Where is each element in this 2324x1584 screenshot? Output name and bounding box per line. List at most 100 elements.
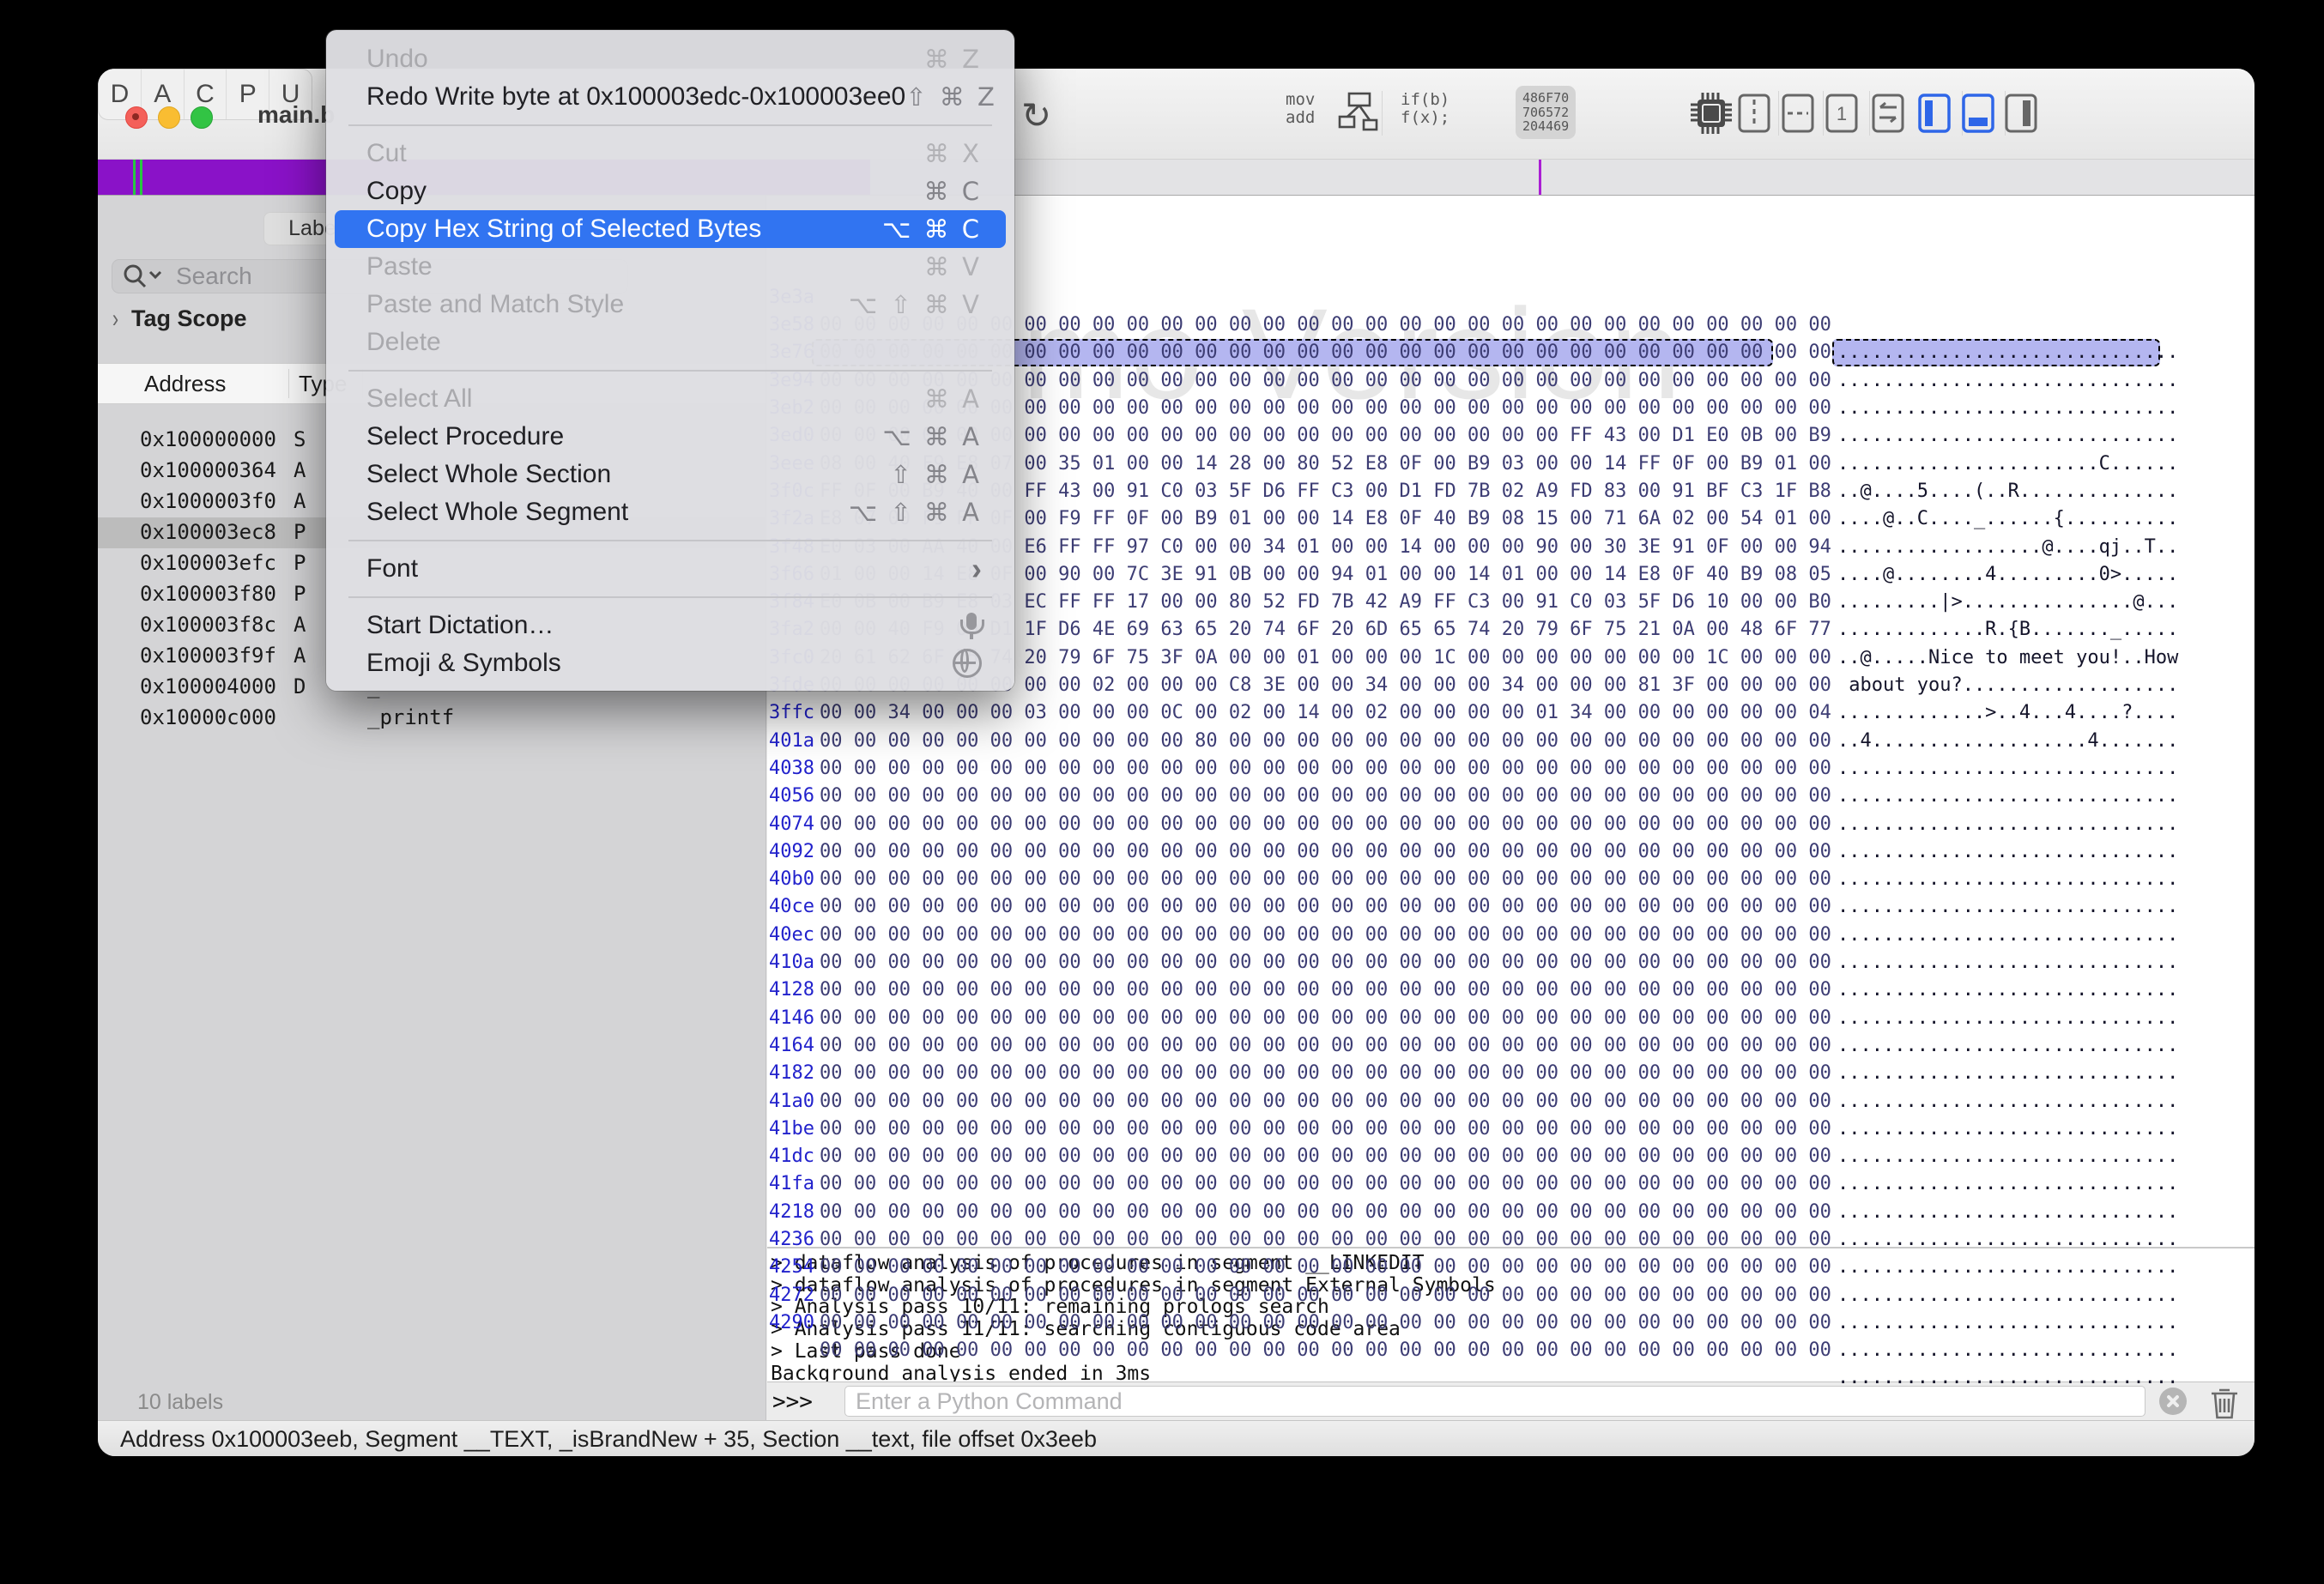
hex-row-bytes[interactable]: 00 00 00 00 00 00 00 00 00 00 00 00 00 0… <box>820 1005 1831 1032</box>
hex-row-ascii[interactable]: .............................. <box>1837 1282 2178 1309</box>
hex-row-bytes[interactable]: 00 00 00 00 00 00 00 00 00 00 00 00 00 0… <box>820 1254 1831 1281</box>
hex-row-bytes[interactable]: 00 00 00 00 00 00 00 00 00 00 00 00 00 0… <box>820 893 1831 921</box>
hex-row-ascii[interactable]: about you?................... <box>1837 672 2178 699</box>
hex-row-bytes[interactable]: 00 00 00 00 00 00 00 00 00 00 00 00 00 0… <box>820 1143 1831 1170</box>
hex-row-ascii[interactable]: .............................. <box>1837 1337 2178 1364</box>
zoom-button[interactable] <box>191 106 213 129</box>
hex-row-ascii[interactable]: .............................. <box>1837 893 2178 921</box>
menu-item[interactable]: Select Whole Section ⇧ ⌘ A <box>335 456 1006 493</box>
hex-row-ascii[interactable]: ....@..C...._......{.......... <box>1837 505 2178 533</box>
hex-row-ascii[interactable]: .............................. <box>1837 1088 2178 1115</box>
hex-row-ascii[interactable]: .............................. <box>1837 1226 2178 1254</box>
hex-row-ascii[interactable]: .............................. <box>1837 811 2178 838</box>
hex-row-ascii[interactable]: .............................. <box>1837 1309 2178 1337</box>
split-vertical-icon[interactable] <box>1737 93 1771 134</box>
hex-row-ascii[interactable]: ..@.....Nice to meet you!..How <box>1837 644 2178 672</box>
hex-row-ascii[interactable]: .............................. <box>1837 1254 2178 1281</box>
pseudocode-mode-icon[interactable]: if(b) f(x); <box>1401 91 1449 127</box>
trash-icon[interactable] <box>2207 1384 2242 1420</box>
hex-row-ascii[interactable]: .............................. <box>1837 1199 2178 1226</box>
hex-row-bytes[interactable]: 00 00 00 00 00 00 00 00 00 00 00 00 00 0… <box>820 1309 1831 1337</box>
hex-row-bytes[interactable]: 00 00 00 00 00 00 00 00 00 00 00 00 00 0… <box>820 811 1831 838</box>
single-pane-icon[interactable]: 1 <box>1825 93 1859 134</box>
hex-row-bytes[interactable]: 00 00 00 00 00 00 00 00 00 00 00 00 00 0… <box>820 1226 1831 1254</box>
hex-row-ascii[interactable]: .............................. <box>1837 1032 2178 1060</box>
hex-row-ascii[interactable]: .............................. <box>1837 367 2178 395</box>
label-row[interactable]: 0x10000c000 _printf <box>98 703 766 734</box>
menu-item[interactable]: Delete <box>335 323 1006 361</box>
hex-row-bytes[interactable]: 00 00 00 00 00 00 00 00 00 00 00 00 00 0… <box>820 1170 1831 1198</box>
right-panel-toggle-icon[interactable] <box>2004 93 2038 134</box>
hex-row-bytes[interactable]: 00 00 34 00 00 00 03 00 00 00 0C 00 02 0… <box>820 699 1831 727</box>
menu-item[interactable] <box>348 116 992 135</box>
hex-row-ascii[interactable]: .............................. <box>1837 339 2178 366</box>
hex-row-ascii[interactable]: .............>..4...4....?.... <box>1837 699 2178 727</box>
hex-row-ascii[interactable]: .............................. <box>1837 1170 2178 1198</box>
hex-row-bytes[interactable]: 00 00 00 00 00 00 00 00 00 00 00 00 00 0… <box>820 1282 1831 1309</box>
assembly-mode-icon[interactable]: mov add <box>1286 91 1315 127</box>
hex-row-ascii[interactable]: ..4...................4....... <box>1837 728 2178 755</box>
hex-row-bytes[interactable]: 00 00 00 00 00 00 00 00 00 00 00 00 00 0… <box>820 1337 1831 1364</box>
tag-scope-disclosure[interactable]: › Tag Scope <box>112 304 247 332</box>
cfg-mode-icon[interactable] <box>1337 91 1382 140</box>
menu-item[interactable]: Select Whole Segment ⌥ ⇧ ⌘ A <box>335 493 1006 531</box>
hex-row-ascii[interactable]: .............................. <box>1837 783 2178 810</box>
hex-row-bytes[interactable]: 00 00 00 00 00 00 00 00 00 00 00 00 00 0… <box>820 783 1831 810</box>
menu-item[interactable]: Redo Write byte at 0x100003edc-0x100003e… <box>335 78 1006 116</box>
menu-item[interactable]: Paste and Match Style ⌥ ⇧ ⌘ V <box>335 286 1006 323</box>
swap-panes-icon[interactable] <box>1871 93 1905 134</box>
hex-row-bytes[interactable]: 00 00 00 00 00 00 00 00 00 00 00 80 00 0… <box>820 728 1831 755</box>
menu-item[interactable]: Paste ⌘ V <box>335 248 1006 286</box>
minimize-button[interactable] <box>158 106 180 129</box>
hex-row-ascii[interactable]: .............................. <box>1837 395 2178 422</box>
split-horizontal-icon[interactable] <box>1781 93 1815 134</box>
menu-item[interactable]: Start Dictation… <box>335 607 1006 644</box>
column-header-address[interactable]: Address <box>144 371 226 397</box>
hex-row-ascii[interactable]: .............................. <box>1837 1060 2178 1087</box>
hex-row-ascii[interactable]: .............................. <box>1837 1364 2178 1392</box>
refresh-icon[interactable]: ↻ <box>1021 94 1051 136</box>
hex-row-ascii[interactable]: ..@....5....(..R.............. <box>1837 478 2178 505</box>
hex-row-ascii[interactable]: .............................. <box>1837 838 2178 866</box>
bottom-panel-toggle-icon[interactable] <box>1961 93 1995 134</box>
hex-row-ascii[interactable]: .............................. <box>1837 1143 2178 1170</box>
menu-item[interactable]: Select All ⌘ A <box>335 380 1006 418</box>
hex-row-ascii[interactable]: .............................. <box>1837 422 2178 450</box>
menu-item[interactable]: Copy ⌘ C <box>335 172 1006 210</box>
menu-item[interactable]: Copy Hex String of Selected Bytes ⌥ ⌘ C <box>335 210 1006 248</box>
hex-row-ascii[interactable]: .......................C...... <box>1837 450 2178 478</box>
column-separator[interactable] <box>288 369 289 398</box>
hex-row-bytes[interactable]: 00 00 00 00 00 00 00 00 00 00 00 00 00 0… <box>820 838 1831 866</box>
hex-row-bytes[interactable]: 00 00 00 00 00 00 00 00 00 00 00 00 00 0… <box>820 976 1831 1004</box>
menu-item[interactable]: Emoji & Symbols <box>335 644 1006 682</box>
hex-row-ascii[interactable]: .........|>...............@... <box>1837 589 2178 616</box>
hex-row-bytes[interactable]: 00 00 00 00 00 00 00 00 00 00 00 00 00 0… <box>820 1088 1831 1115</box>
hex-row-bytes[interactable]: 00 00 00 00 00 00 00 00 00 00 00 00 00 0… <box>820 1060 1831 1087</box>
hex-row-ascii[interactable]: .............................. <box>1837 1005 2178 1032</box>
hex-row-ascii[interactable]: .............................. <box>1837 949 2178 976</box>
hex-row-ascii[interactable]: ..................@....qj..T.. <box>1837 534 2178 561</box>
menu-item[interactable] <box>348 361 992 380</box>
menu-item[interactable]: Undo ⌘ Z <box>335 40 1006 78</box>
hex-row-ascii[interactable]: .............................. <box>1837 922 2178 949</box>
menu-item[interactable]: Select Procedure ⌥ ⌘ A <box>335 418 1006 456</box>
menu-item[interactable]: Font <box>335 550 1006 588</box>
hex-row-bytes[interactable]: 00 00 00 00 00 00 00 00 00 00 00 00 00 0… <box>820 1115 1831 1143</box>
menu-item[interactable] <box>348 588 992 607</box>
hex-row-bytes[interactable]: 00 00 00 00 00 00 00 00 00 00 00 00 00 0… <box>820 1032 1831 1060</box>
hex-row-ascii[interactable]: .............................. <box>1837 1115 2178 1143</box>
hex-row-bytes[interactable]: 00 00 00 00 00 00 00 00 00 00 00 00 00 0… <box>820 866 1831 893</box>
menu-item[interactable]: Cut ⌘ X <box>335 135 1006 172</box>
hex-row-ascii[interactable]: ....@........4.........0>..... <box>1837 561 2178 589</box>
hex-row-bytes[interactable]: 00 00 00 00 00 00 00 00 00 00 00 00 00 0… <box>820 949 1831 976</box>
hex-mode-icon[interactable]: 486F70 706572 204469 <box>1516 86 1577 139</box>
hex-row-ascii[interactable]: .............................. <box>1837 866 2178 893</box>
hex-row-bytes[interactable]: 00 00 00 00 00 00 00 00 00 00 00 00 00 0… <box>820 1199 1831 1226</box>
hex-row-bytes[interactable]: 00 00 00 00 00 00 00 00 00 00 00 00 00 0… <box>820 922 1831 949</box>
close-button[interactable] <box>125 106 148 129</box>
hex-row-ascii[interactable]: .............................. <box>1837 755 2178 783</box>
hex-row-ascii[interactable]: .............R.{B......._..... <box>1837 616 2178 644</box>
hex-row-ascii[interactable]: .............................. <box>1837 976 2178 1004</box>
hex-row-bytes[interactable]: 00 00 00 00 00 00 00 00 00 00 00 00 00 0… <box>820 755 1831 783</box>
menu-item[interactable] <box>348 531 992 550</box>
